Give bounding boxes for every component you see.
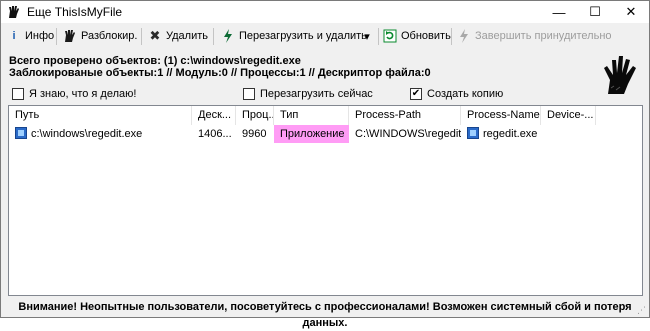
checkmark-icon: ✔: [410, 88, 422, 100]
maximize-button[interactable]: ☐: [577, 1, 613, 23]
create-copy-label: Создать копию: [427, 88, 504, 100]
column-header-process[interactable]: Проц...: [236, 106, 274, 125]
refresh-icon: [383, 29, 397, 43]
lightning-icon: [457, 29, 471, 43]
path-text: c:\windows\regedit.exe: [31, 128, 143, 140]
reboot-delete-button[interactable]: Перезагрузить и удалить: [221, 26, 367, 46]
info-button[interactable]: i Инфо: [7, 26, 54, 46]
toolbar-separator: [378, 28, 379, 45]
delete-label: Удалить: [166, 30, 208, 42]
cell-path: c:\windows\regedit.exe: [9, 125, 192, 143]
summary-locked: Заблокированые объекты:1 // Модуль:0 // …: [9, 67, 431, 79]
minimize-button[interactable]: —: [541, 1, 577, 23]
column-header-process-name[interactable]: Process-Name: [461, 106, 541, 125]
title-bar: Еще ThisIsMyFile — ☐ ✕: [1, 1, 649, 23]
delete-button[interactable]: ✖ Удалить: [148, 26, 208, 46]
column-header-descriptor[interactable]: Деск...: [192, 106, 236, 125]
x-icon: ✖: [149, 28, 161, 43]
column-header-process-path[interactable]: Process-Path: [349, 106, 461, 125]
toolbar-separator: [213, 28, 214, 45]
reboot-now-label: Перезагрузить сейчас: [260, 88, 373, 100]
cell-process: 9960: [242, 128, 267, 140]
hand-app-icon: [9, 6, 19, 18]
resize-grip-icon[interactable]: ⋰: [637, 305, 647, 315]
reboot-delete-label: Перезагрузить и удалить: [239, 30, 367, 42]
column-header-device[interactable]: Device-...: [541, 106, 596, 125]
reboot-now-checkbox[interactable]: Перезагрузить сейчас: [243, 87, 373, 101]
cell-type: Приложение: [274, 125, 349, 143]
close-icon: ✕: [625, 4, 637, 19]
minimize-icon: —: [552, 4, 566, 20]
terminate-label: Завершить принудительно: [475, 30, 612, 42]
toolbar-separator: [141, 28, 142, 45]
hand-icon: [63, 29, 77, 43]
app-window: Еще ThisIsMyFile — ☐ ✕ i Инфо Разблокир.…: [0, 0, 650, 329]
cell-descriptor: 1406...: [198, 128, 232, 140]
refresh-label: Обновить: [401, 30, 451, 42]
column-header-path[interactable]: Путь: [9, 106, 192, 125]
warning-footer: Внимание! Неопытные пользователи, посове…: [18, 301, 632, 329]
process-name-text: regedit.exe: [483, 128, 538, 140]
summary-checked: Всего проверено объектов: (1) c:\windows…: [9, 55, 301, 67]
cell-process-name: regedit.exe: [461, 125, 541, 143]
toolbar: i Инфо Разблокир. ✖ Удалить Перезагрузит…: [1, 23, 649, 49]
toolbar-separator: [56, 28, 57, 45]
file-icon: [467, 127, 479, 139]
checkbox-box: [243, 88, 255, 100]
create-copy-checkbox[interactable]: ✔ Создать копию: [410, 87, 503, 101]
reboot-options-dropdown[interactable]: ▾: [361, 26, 373, 46]
cell-device: [541, 125, 596, 143]
chevron-down-icon: ▾: [364, 30, 370, 43]
unlock-button[interactable]: Разблокир.: [63, 26, 137, 46]
toolbar-separator: [451, 28, 452, 45]
hand-logo-icon: [604, 56, 636, 94]
cell-process-path: C:\WINDOWS\regedit....: [355, 128, 461, 140]
file-icon: [15, 127, 27, 139]
i-know-label: Я знаю, что я делаю!: [29, 88, 137, 100]
info-label: Инфо: [25, 30, 55, 42]
close-button[interactable]: ✕: [613, 1, 649, 23]
maximize-icon: ☐: [589, 4, 601, 19]
terminate-button[interactable]: Завершить принудительно: [457, 26, 612, 46]
info-icon: i: [12, 30, 16, 42]
unlock-label: Разблокир.: [81, 30, 138, 42]
refresh-button[interactable]: Обновить: [383, 26, 451, 46]
results-list[interactable]: Путь Деск... Проц... Тип Process-Path Pr…: [8, 105, 643, 296]
window-title: Еще ThisIsMyFile: [27, 5, 123, 19]
column-header-type[interactable]: Тип: [274, 106, 349, 125]
checkbox-box: [12, 88, 24, 100]
lightning-icon: [221, 29, 235, 43]
i-know-checkbox[interactable]: Я знаю, что я делаю!: [12, 87, 136, 101]
